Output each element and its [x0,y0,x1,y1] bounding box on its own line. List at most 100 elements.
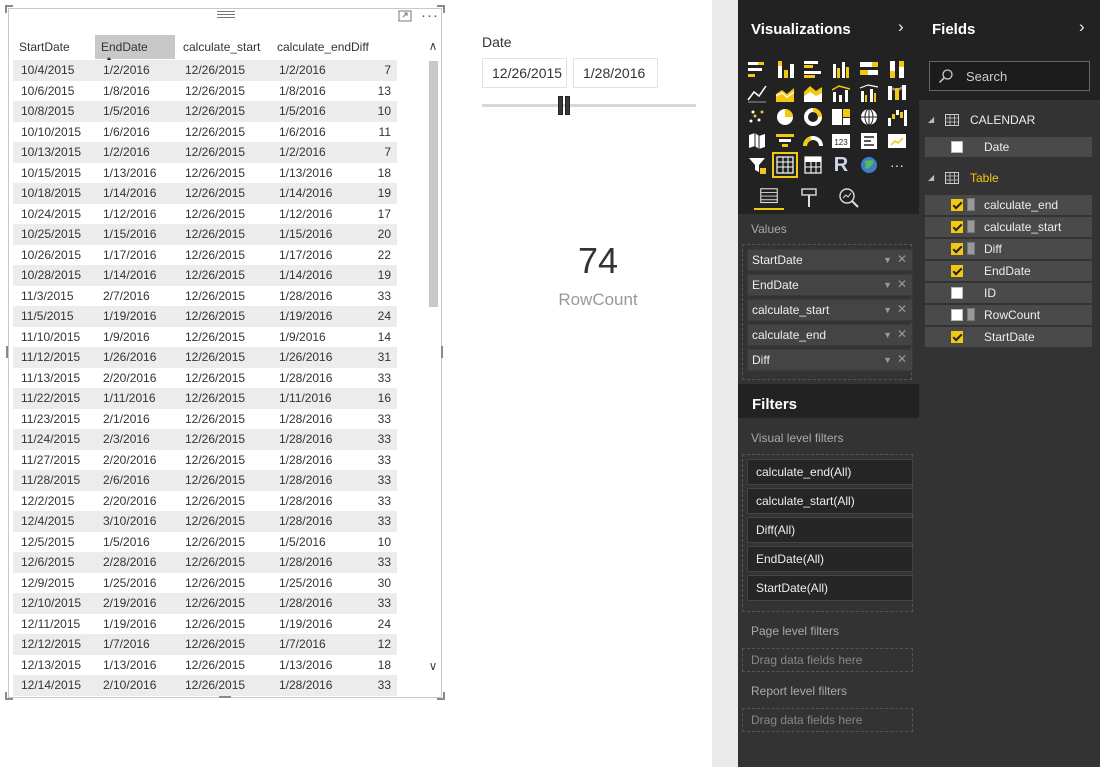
table-body[interactable]: 10/4/2015 1/2/2016 12/26/2015 1/2/2016 7 10/6… [13,60,397,697]
table-row[interactable]: 11/10/2015 1/9/2016 12/26/2015 1/9/2016 14 [13,327,397,348]
resize-handle[interactable] [5,5,13,13]
report-canvas[interactable]: ··· StartDate EndDate calculate_start calcu… [0,0,712,767]
slicer-start-handle[interactable] [558,96,563,115]
chevron-down-icon[interactable]: ▼ [883,325,892,345]
column-header-startdate[interactable]: StartDate [19,35,101,59]
table-row[interactable]: 10/26/2015 1/17/2016 12/26/2015 1/17/2016 22 [13,245,397,266]
table-row[interactable]: 12/10/2015 2/19/2016 12/26/2015 1/28/2016 33 [13,593,397,614]
table-row[interactable]: 12/13/2015 1/13/2016 12/26/2015 1/13/2016 18 [13,655,397,676]
slicer-start-date-input[interactable]: 12/26/2015 [482,58,567,88]
table-row[interactable]: 10/8/2015 1/5/2016 12/26/2015 1/5/2016 10 [13,101,397,122]
table-row[interactable]: 12/12/2015 1/7/2016 12/26/2015 1/7/2016 12 [13,634,397,655]
treemap-icon[interactable] [830,106,852,128]
resize-handle[interactable] [441,346,443,358]
donut-icon[interactable] [802,106,824,128]
field-checkbox[interactable] [951,141,963,153]
table-row[interactable]: 12/5/2015 1/5/2016 12/26/2015 1/5/2016 10 [13,532,397,553]
chevron-down-icon[interactable]: ▼ [883,350,892,370]
focus-mode-icon[interactable] [398,10,412,22]
table-row[interactable]: 11/27/2015 2/20/2016 12/26/2015 1/28/2016 33 [13,450,397,471]
field-checkbox[interactable] [951,309,963,321]
resize-handle[interactable] [437,5,445,13]
filter-card[interactable]: calculate_start(All) [747,488,913,514]
resize-handle[interactable] [219,696,231,698]
table-row[interactable]: 12/6/2015 2/28/2016 12/26/2015 1/28/2016 33 [13,552,397,573]
column-header-calculate-start[interactable]: calculate_start [183,35,277,59]
field-checkbox[interactable] [951,243,963,255]
ribbon-chart-icon[interactable] [886,82,908,104]
value-well-startdate[interactable]: StartDate ▼ ✕ [747,249,913,271]
table-row[interactable]: 12/2/2015 2/20/2016 12/26/2015 1/28/2016 33 [13,491,397,512]
line-chart-icon[interactable] [746,82,768,104]
field-checkbox[interactable] [951,199,963,211]
slicer-end-handle[interactable] [565,96,570,115]
area-chart-icon[interactable] [774,82,796,104]
value-well-calculate-end[interactable]: calculate_end ▼ ✕ [747,324,913,346]
clustered-bar-icon[interactable] [802,58,824,80]
filter-card[interactable]: Diff(All) [747,517,913,543]
page-filters-drop-zone[interactable]: Drag data fields here [742,648,913,672]
value-well-enddate[interactable]: EndDate ▼ ✕ [747,274,913,296]
slicer-icon[interactable] [746,154,768,176]
table-row[interactable]: 11/24/2015 2/3/2016 12/26/2015 1/28/2016 33 [13,429,397,450]
field-item-rowcount[interactable]: RowCount [925,305,1092,325]
globe-icon[interactable] [858,154,880,176]
line-clustered-column-icon[interactable] [858,82,880,104]
field-item-enddate[interactable]: EndDate [925,261,1092,281]
close-icon[interactable]: ✕ [897,324,907,344]
pie-chart-icon[interactable] [774,106,796,128]
vertical-scrollbar[interactable]: ∧ ∨ [427,39,439,689]
field-item-startdate[interactable]: StartDate [925,327,1092,347]
chevron-down-icon[interactable]: ▼ [883,275,892,295]
line-column-icon[interactable] [830,82,852,104]
column-header-enddate[interactable]: EndDate [95,35,175,62]
table-row[interactable]: 11/3/2015 2/7/2016 12/26/2015 1/28/2016 33 [13,286,397,307]
table-row[interactable]: 10/18/2015 1/14/2016 12/26/2015 1/14/2016 19 [13,183,397,204]
scrollbar-thumb[interactable] [429,61,438,307]
stacked-area-icon[interactable] [802,82,824,104]
visual-level-filters[interactable]: calculate_end(All) calculate_start(All) Di… [742,454,913,612]
stacked-column-icon[interactable] [774,58,796,80]
field-item-id[interactable]: ID [925,283,1092,303]
fields-search-input[interactable]: Search [929,61,1090,91]
table-row[interactable]: 12/14/2015 2/10/2016 12/26/2015 1/28/2016 33 [13,675,397,696]
multirow-card-icon[interactable] [858,130,880,152]
format-roller-icon[interactable] [794,186,824,210]
card-icon[interactable]: 123 [830,130,852,152]
scroll-up-icon[interactable]: ∧ [427,39,439,53]
field-item-calculate-end[interactable]: calculate_end [925,195,1092,215]
table-row[interactable]: 11/13/2015 2/20/2016 12/26/2015 1/28/2016 33 [13,368,397,389]
waterfall-icon[interactable] [886,106,908,128]
report-filters-drop-zone[interactable]: Drag data fields here [742,708,913,732]
table-row[interactable]: 11/23/2015 2/1/2016 12/26/2015 1/28/2016 33 [13,409,397,430]
gauge-icon[interactable] [802,130,824,152]
100-bar-icon[interactable] [858,58,880,80]
column-header-calculate-end[interactable]: calculate_end [277,35,351,59]
chevron-down-icon[interactable]: ▼ [883,250,892,270]
field-table-table[interactable]: ◢ Table [919,168,1100,190]
matrix-icon[interactable] [802,154,824,176]
filter-card[interactable]: StartDate(All) [747,575,913,601]
field-checkbox[interactable] [951,265,963,277]
collapse-chevron-icon[interactable]: › [1079,17,1085,37]
table-row[interactable]: 12/11/2015 1/19/2016 12/26/2015 1/19/2016 24 [13,614,397,635]
clustered-column-icon[interactable] [830,58,852,80]
100-column-icon[interactable] [886,58,908,80]
slicer-track[interactable] [482,104,696,107]
table-row[interactable]: 11/28/2015 2/6/2016 12/26/2015 1/28/2016 33 [13,470,397,491]
close-icon[interactable]: ✕ [897,349,907,369]
table-visual[interactable]: ··· StartDate EndDate calculate_start calcu… [8,8,442,698]
scatter-icon[interactable] [746,106,768,128]
table-row[interactable]: 10/10/2015 1/6/2016 12/26/2015 1/6/2016 11 [13,122,397,143]
map-icon[interactable] [858,106,880,128]
field-item-date[interactable]: Date [925,137,1092,157]
table-row[interactable]: 10/4/2015 1/2/2016 12/26/2015 1/2/2016 7 [13,60,397,81]
field-checkbox[interactable] [951,221,963,233]
kpi-icon[interactable] [886,130,908,152]
table-row[interactable]: 12/9/2015 1/25/2016 12/26/2015 1/25/2016 30 [13,573,397,594]
close-icon[interactable]: ✕ [897,299,907,319]
expand-triangle-icon[interactable]: ◢ [928,115,934,124]
resize-handle[interactable] [5,692,13,700]
expand-triangle-icon[interactable]: ◢ [928,173,934,182]
scroll-down-icon[interactable]: ∨ [427,659,439,673]
